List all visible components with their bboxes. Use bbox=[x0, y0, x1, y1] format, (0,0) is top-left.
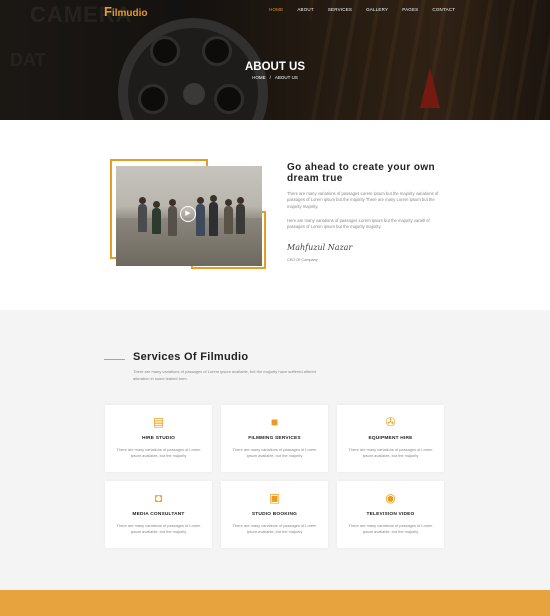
services-title: Services Of Filmudio bbox=[133, 351, 249, 363]
service-card-television-video[interactable]: ◉ TELEVISION VIDEO There are many variat… bbox=[337, 481, 444, 548]
footer-strip bbox=[0, 590, 550, 616]
camera-icon: ◘ bbox=[154, 491, 163, 505]
about-heading: Go ahead to create your own dream true bbox=[287, 162, 436, 184]
service-card-equipment-hire[interactable]: ✇ EQUIPMENT HIRE There are many variatio… bbox=[337, 405, 444, 472]
service-card-hire-studio[interactable]: ▤ HIRE STUDIO There are many variations … bbox=[105, 405, 212, 472]
nav-services[interactable]: SERVICES bbox=[321, 7, 359, 12]
video-camera-icon: ■ bbox=[270, 415, 279, 429]
about-paragraph-2: Here are many variations of passages Lor… bbox=[287, 218, 430, 230]
nav-pages[interactable]: PAGES bbox=[395, 7, 425, 12]
disc-icon: ◉ bbox=[385, 491, 396, 505]
nav-home[interactable]: HOME bbox=[262, 7, 290, 12]
service-card-media-consultant[interactable]: ◘ MEDIA CONSULTANT There are many variat… bbox=[105, 481, 212, 548]
signature-role: CEO Of Company bbox=[287, 258, 318, 262]
signature: Mahfuzul Nazar bbox=[287, 243, 353, 252]
service-card-studio-booking[interactable]: ▣ STUDIO BOOKING There are many variatio… bbox=[221, 481, 328, 548]
about-paragraph-1: There are many variations of passages Lo… bbox=[287, 191, 439, 209]
section-title-line bbox=[104, 359, 125, 360]
film-strip-icon: ▤ bbox=[152, 415, 165, 429]
nav-gallery[interactable]: GALLERY bbox=[359, 7, 395, 12]
service-card-filmming-services[interactable]: ■ FILMMING SERVICES There are many varia… bbox=[221, 405, 328, 472]
breadcrumb-home[interactable]: HOME bbox=[250, 75, 268, 80]
hero-banner: CAMERA DAT Filmudio HOME ABOUT SERVICES … bbox=[0, 0, 550, 120]
logo[interactable]: Filmudio bbox=[104, 4, 148, 19]
breadcrumb: HOME / ABOUT US bbox=[0, 75, 550, 80]
services-description: There are many variations of passages of… bbox=[133, 369, 316, 381]
clapper-icon: ▣ bbox=[268, 491, 281, 505]
nav-about[interactable]: ABOUT bbox=[290, 7, 321, 12]
nav-contact[interactable]: CONTACT bbox=[425, 7, 462, 12]
film-reel-icon: ✇ bbox=[385, 415, 396, 429]
breadcrumb-current: ABOUT US bbox=[274, 75, 298, 80]
play-icon[interactable]: ▶ bbox=[180, 206, 196, 222]
main-nav: HOME ABOUT SERVICES GALLERY PAGES CONTAC… bbox=[262, 7, 462, 12]
page-title: ABOUT US bbox=[244, 61, 306, 73]
